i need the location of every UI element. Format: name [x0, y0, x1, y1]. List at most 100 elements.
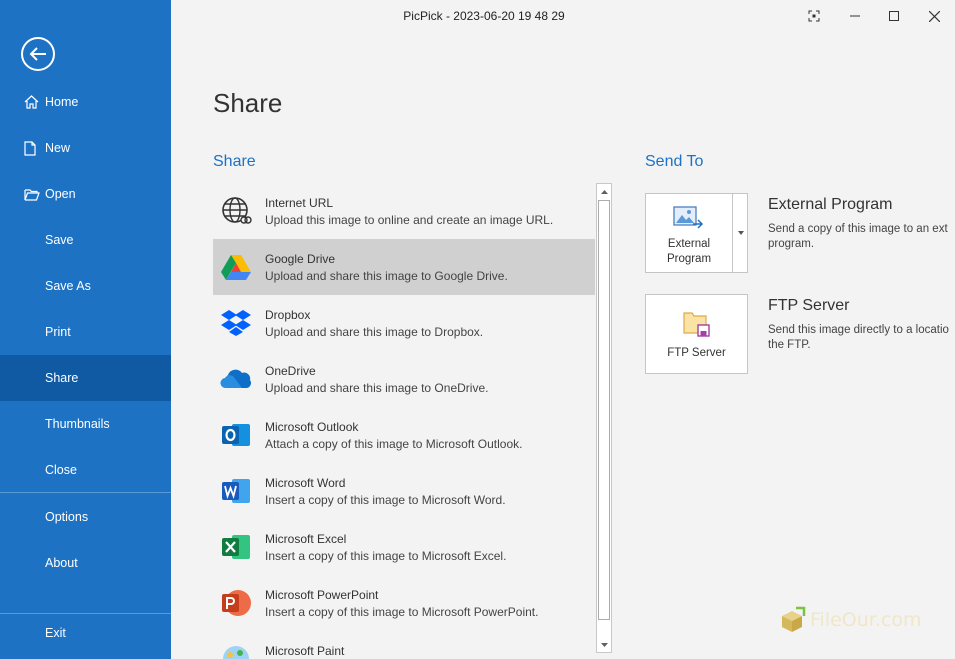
external-program-label: External	[667, 238, 711, 250]
arrow-down-icon	[600, 642, 608, 647]
home-icon	[24, 95, 44, 109]
sidebar-item-label: Print	[45, 325, 71, 339]
share-heading: Share	[213, 153, 256, 170]
send-to-heading: Send To	[645, 153, 704, 170]
folder-open-icon	[24, 188, 44, 201]
chevron-down-icon	[737, 231, 744, 235]
sidebar-item-options[interactable]: Options	[0, 494, 171, 540]
external-program-label: Program	[666, 253, 712, 265]
close-window-button[interactable]	[918, 4, 950, 28]
share-item-google-drive[interactable]: Google Drive Upload and share this image…	[213, 239, 595, 295]
arrow-up-icon	[600, 189, 608, 194]
minimize-icon	[850, 15, 860, 17]
sidebar-item-exit[interactable]: Exit	[0, 610, 171, 656]
share-item-onedrive[interactable]: OneDrive Upload and share this image to …	[213, 351, 595, 407]
external-program-title: External Program	[768, 196, 893, 213]
external-program-button[interactable]: External Program	[645, 193, 748, 273]
ftp-server-desc: the FTP.	[768, 339, 811, 351]
sidebar-item-new[interactable]: New	[0, 125, 171, 171]
sidebar-item-home[interactable]: Home	[0, 79, 171, 125]
ftp-server-desc: Send this image directly to a locatio	[768, 324, 949, 336]
external-program-desc: program.	[768, 238, 815, 250]
watermark-text: FileOur.com	[810, 609, 922, 631]
share-list-scrollbar[interactable]	[596, 183, 612, 653]
powerpoint-icon	[222, 590, 251, 616]
capture-icon	[808, 10, 820, 22]
scroll-down-button[interactable]	[597, 637, 611, 652]
share-item-name: Google Drive	[265, 252, 336, 266]
sidebar-item-close[interactable]: Close	[0, 447, 171, 493]
share-item-desc: Insert a copy of this image to Microsoft…	[265, 549, 507, 563]
word-icon	[222, 479, 250, 503]
share-item-desc: Insert a copy of this image to Microsoft…	[265, 493, 506, 507]
page-title: Share	[213, 88, 283, 118]
window-title: PicPick - 2023-06-20 19 48 29	[403, 9, 565, 23]
share-item-word[interactable]: Microsoft Word Insert a copy of this ima…	[213, 463, 595, 519]
ftp-folder-icon	[683, 312, 710, 337]
share-item-name: Microsoft Word	[265, 476, 346, 490]
maximize-button[interactable]	[878, 4, 910, 28]
share-item-name: Dropbox	[265, 308, 311, 322]
share-item-desc: Upload and share this image to OneDrive.	[265, 381, 489, 395]
external-program-desc: Send a copy of this image to an ext	[768, 223, 948, 235]
external-program-dropdown[interactable]	[732, 194, 748, 272]
sidebar-item-label: Share	[45, 371, 79, 385]
maximize-icon	[889, 11, 899, 21]
sidebar-item-label: Options	[45, 510, 89, 524]
scroll-thumb[interactable]	[598, 200, 610, 620]
ftp-server-button[interactable]: FTP Server	[645, 294, 748, 374]
sidebar-item-about[interactable]: About	[0, 540, 171, 586]
share-item-name: Microsoft Paint	[265, 644, 345, 658]
arrow-left-icon	[29, 47, 46, 61]
sidebar-item-save[interactable]: Save	[0, 217, 171, 263]
share-item-name: OneDrive	[265, 364, 316, 378]
sidebar-item-share[interactable]: Share	[0, 355, 171, 401]
sidebar-divider	[0, 492, 171, 493]
sidebar-item-save-as[interactable]: Save As	[0, 263, 171, 309]
share-item-powerpoint[interactable]: Microsoft PowerPoint Insert a copy of th…	[213, 575, 595, 631]
sidebar-item-label: Save As	[45, 279, 91, 293]
share-item-outlook[interactable]: Microsoft Outlook Attach a copy of this …	[213, 407, 595, 463]
share-item-desc: Upload and share this image to Dropbox.	[265, 325, 484, 339]
watermark: FileOur.com	[778, 606, 921, 634]
sidebar-item-label: About	[45, 556, 78, 570]
share-item-desc: Upload and share this image to Google Dr…	[265, 269, 508, 283]
ftp-server-label: FTP Server	[667, 347, 726, 359]
sidebar-item-label: Exit	[45, 626, 66, 640]
scroll-up-button[interactable]	[597, 184, 611, 199]
share-item-paint[interactable]: Microsoft Paint	[213, 631, 595, 659]
sidebar-item-label: Close	[45, 463, 77, 477]
image-export-icon	[673, 206, 704, 229]
share-item-desc: Attach a copy of this image to Microsoft…	[265, 437, 523, 451]
excel-icon	[222, 535, 250, 559]
fileour-logo-icon	[782, 606, 806, 632]
outlook-icon	[222, 424, 250, 446]
share-item-excel[interactable]: Microsoft Excel Insert a copy of this im…	[213, 519, 595, 575]
close-icon	[928, 10, 940, 22]
sidebar-item-print[interactable]: Print	[0, 309, 171, 355]
new-file-icon	[24, 140, 44, 156]
sidebar-item-label: Thumbnails	[45, 417, 110, 431]
sidebar-item-label: Save	[45, 233, 74, 247]
back-button[interactable]	[21, 37, 55, 71]
share-item-name: Microsoft Excel	[265, 532, 347, 546]
dropbox-icon	[221, 310, 251, 336]
sidebar-item-label: Home	[45, 95, 79, 109]
sidebar: Home New Open Save Save As Print Share T…	[0, 0, 171, 659]
share-item-name: Microsoft Outlook	[265, 420, 359, 434]
sidebar-item-label: Open	[45, 187, 76, 201]
share-item-dropbox[interactable]: Dropbox Upload and share this image to D…	[213, 295, 595, 351]
share-item-desc: Insert a copy of this image to Microsoft…	[265, 605, 539, 619]
minimize-button[interactable]	[839, 4, 871, 28]
google-drive-icon	[221, 255, 251, 280]
sidebar-item-label: New	[45, 141, 71, 155]
paint-icon	[223, 646, 249, 659]
sidebar-item-thumbnails[interactable]: Thumbnails	[0, 401, 171, 447]
globe-icon	[222, 197, 252, 224]
screenshot-button[interactable]	[798, 4, 830, 28]
ftp-server-title: FTP Server	[768, 297, 850, 314]
share-item-desc: Upload this image to online and create a…	[265, 213, 554, 227]
sidebar-item-open[interactable]: Open	[0, 171, 171, 217]
share-item-internet-url[interactable]: Internet URL Upload this image to online…	[213, 183, 595, 239]
share-item-name: Internet URL	[265, 196, 334, 210]
